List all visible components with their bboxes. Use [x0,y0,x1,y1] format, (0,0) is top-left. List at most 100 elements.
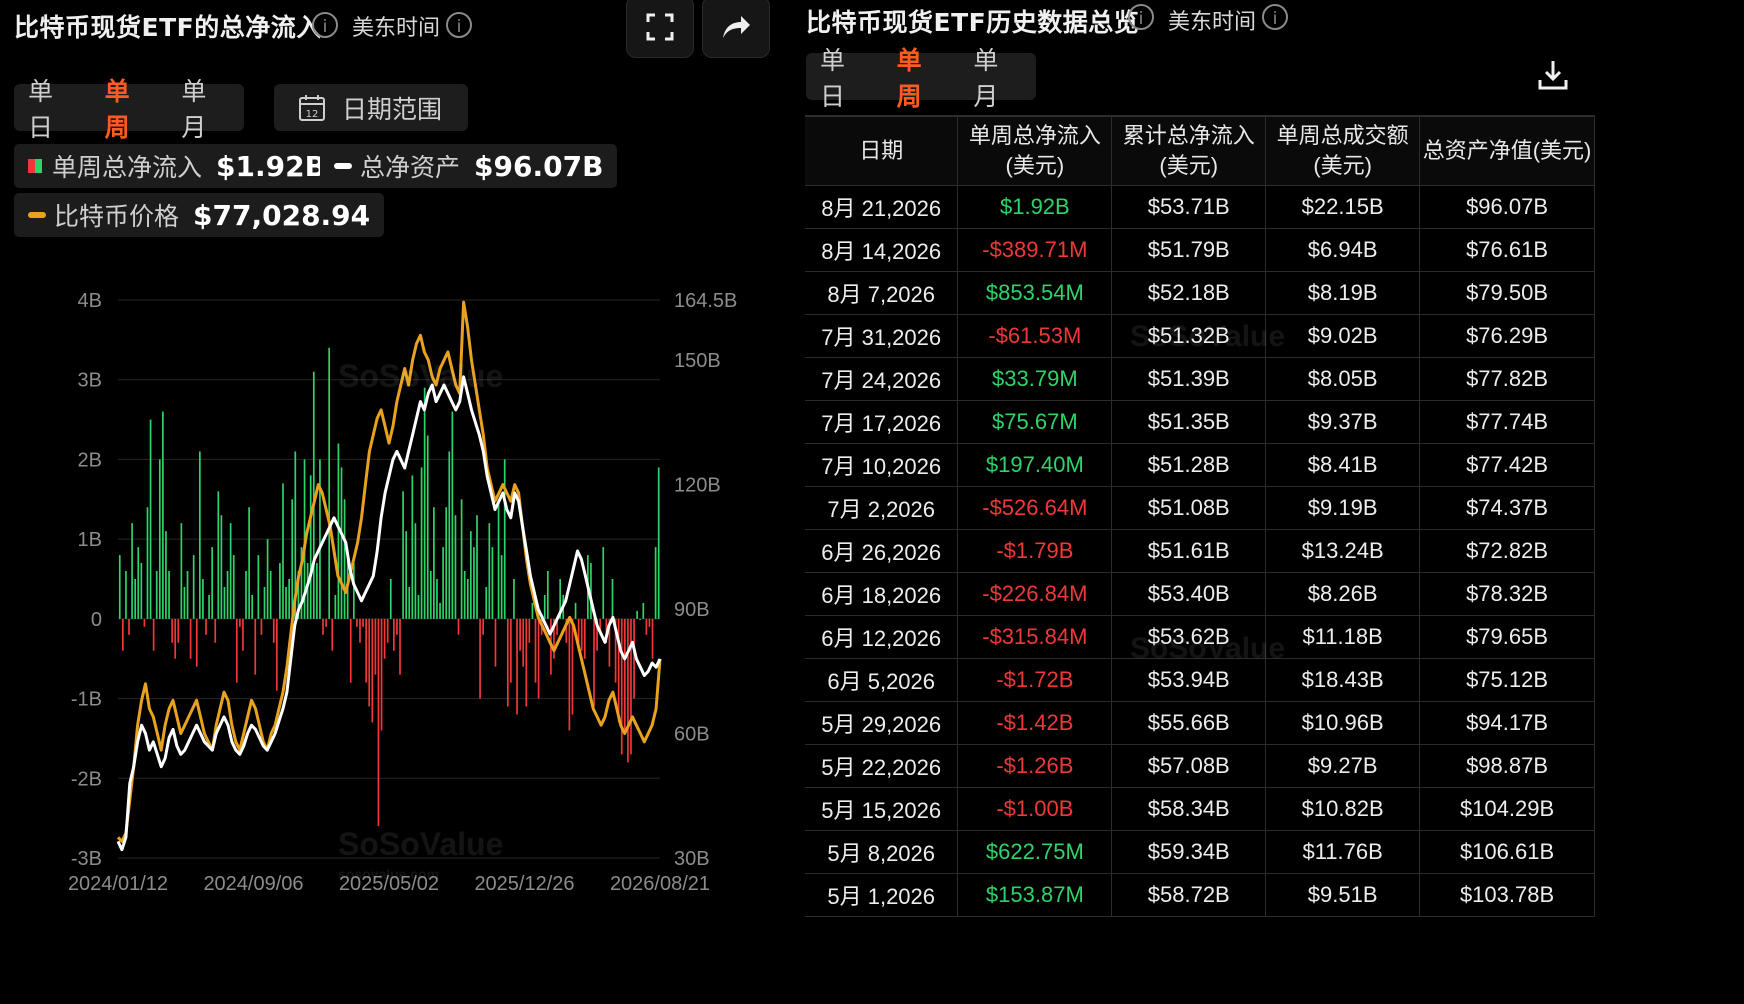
table-row[interactable]: 7月 2,2026 -$526.64M $51.08B $9.19B $74.37B [805,486,1595,530]
flow-bar [223,586,226,619]
y-right-tick-label: 164.5B [674,290,737,312]
table-row[interactable]: 5月 22,2026 -$1.26B $57.08B $9.27B $98.87B [805,744,1595,788]
timezone-info-icon[interactable]: i [446,12,472,38]
col-total-assets-header[interactable]: 总资产净值(美元) [1419,115,1595,186]
history-table: 日期 单周总净流入(美元) 累计总净流入(美元) 单周总成交额(美元) 总资产净… [805,115,1595,917]
flow-bar [371,618,374,723]
date-cell: 5月 8,2026 [805,830,959,874]
flow-bar [152,618,155,651]
flow-bar [602,547,605,619]
flow-bar [439,602,441,619]
flow-bar [362,618,364,627]
orange-line-swatch-icon [28,212,46,218]
calendar-icon: 12 [299,94,325,121]
tab-week[interactable]: 单周 [91,72,168,144]
table-row[interactable]: 5月 1,2026 $153.87M $58.72B $9.51B $103.78B [805,873,1595,917]
table-title: 比特币现货ETF历史数据总览 [806,8,1140,37]
flow-bar [463,571,466,619]
flow-bar [408,586,411,619]
flow-bar [457,618,460,635]
flow-bar [627,618,629,763]
y-right-tick-label: 90B [674,599,710,621]
flow-bar [423,387,426,619]
date-cell: 7月 2,2026 [805,486,959,530]
flow-bar [580,618,583,651]
total-assets-cell: $76.61B [1419,228,1595,272]
flow-bar [469,531,472,619]
download-icon[interactable] [1536,58,1570,92]
weekly-volume-cell: $9.27B [1265,744,1421,788]
legend-assets[interactable]: 总净资产 $96.07B [320,144,618,188]
flow-bar [232,555,235,619]
col-date-header[interactable]: 日期 [805,115,959,186]
cumulative-inflow-cell: $51.79B [1111,228,1267,272]
total-assets-cell: $96.07B [1419,185,1595,229]
flow-bar [162,411,164,619]
weekly-volume-cell: $18.43B [1265,658,1421,702]
table-row[interactable]: 6月 18,2026 -$226.84M $53.40B $8.26B $78.32B [805,572,1595,616]
table-row[interactable]: 7月 24,2026 $33.79M $51.39B $8.05B $77.82B [805,357,1595,401]
tab-day[interactable]: 单日 [806,41,883,113]
table-row[interactable]: 8月 14,2026 -$389.71M $51.79B $6.94B $76.61B [805,228,1595,272]
table-header-row: 日期 单周总净流入(美元) 累计总净流入(美元) 单周总成交额(美元) 总资产净… [805,115,1595,186]
table-row[interactable]: 8月 7,2026 $853.54M $52.18B $8.19B $79.50B [805,271,1595,315]
share-button[interactable] [702,0,770,58]
col-weekly-inflow-header[interactable]: 单周总净流入(美元) [957,115,1113,186]
share-icon [723,16,750,38]
table-row[interactable]: 7月 10,2026 $197.40M $51.28B $8.41B $77.42B [805,443,1595,487]
weekly-volume-cell: $10.82B [1265,787,1421,831]
flow-bar [531,602,534,619]
calendar-day-number: 12 [306,109,319,120]
date-cell: 6月 18,2026 [805,572,959,616]
white-line-swatch-icon [334,163,352,169]
weekly-inflow-cell: -$1.72B [957,658,1113,702]
flow-bar [217,491,220,619]
legend-price[interactable]: 比特币价格 $77,028.94 [14,193,385,237]
cumulative-inflow-cell: $51.08B [1111,486,1267,530]
table-row[interactable]: 5月 8,2026 $622.75M $59.34B $11.76B $106.61B [805,830,1595,874]
legend-flow-value: $1.92B [216,149,326,183]
history-table-wrapper: 日期 单周总净流入(美元) 累计总净流入(美元) 单周总成交额(美元) 总资产净… [805,115,1744,1004]
table-row[interactable]: 8月 21,2026 $1.92B $53.71B $22.15B $96.07B [805,185,1595,229]
date-cell: 7月 10,2026 [805,443,959,487]
timezone-label: 美东时间 [1168,10,1257,35]
fullscreen-button[interactable] [626,0,694,58]
flow-bar [192,555,195,619]
table-row[interactable]: 5月 15,2026 -$1.00B $58.34B $10.82B $104.29B [805,787,1595,831]
timezone-info-icon[interactable]: i [1262,4,1288,30]
flow-bar [202,579,204,619]
col-weekly-volume-header[interactable]: 单周总成交额(美元) [1265,115,1421,186]
flow-bar [134,579,137,619]
tab-month[interactable]: 单月 [959,41,1036,113]
flow-bar [368,618,371,707]
flow-bar [506,618,509,707]
date-cell: 5月 15,2026 [805,787,959,831]
table-row[interactable]: 7月 17,2026 $75.67M $51.35B $9.37B $77.74B [805,400,1595,444]
flow-bar [568,618,571,731]
flow-bar [343,499,346,619]
tab-week[interactable]: 单周 [883,41,960,113]
tab-month[interactable]: 单月 [167,72,244,144]
table-row[interactable]: 6月 26,2026 -$1.79B $51.61B $13.24B $72.82B [805,529,1595,573]
flow-bar [633,618,635,699]
date-range-button[interactable]: 12 日期范围 [274,84,468,131]
flow-bar [503,459,506,619]
table-row[interactable]: 5月 29,2026 -$1.42B $55.66B $10.96B $94.17B [805,701,1595,745]
info-icon[interactable]: i [1128,4,1154,30]
col-cumulative-inflow-header[interactable]: 累计总净流入(美元) [1111,115,1267,186]
flow-bar [282,483,284,619]
flow-bar [125,571,127,619]
legend-flow[interactable]: 单周总净流入 $1.92B [14,144,340,188]
flow-bar [377,618,380,827]
total-assets-cell: $72.82B [1419,529,1595,573]
y-left-tick-label: 1B [78,529,102,551]
flow-bar [309,475,312,619]
tab-day[interactable]: 单日 [14,72,91,144]
flow-bar [497,499,500,619]
watermark-logo: SoSoValue [338,826,504,862]
flow-bar [352,563,355,619]
weekly-volume-cell: $9.51B [1265,873,1421,917]
watermark-logo: SoSoValue [1130,632,1286,665]
info-icon[interactable]: i [312,12,338,38]
flow-bar [583,618,586,659]
